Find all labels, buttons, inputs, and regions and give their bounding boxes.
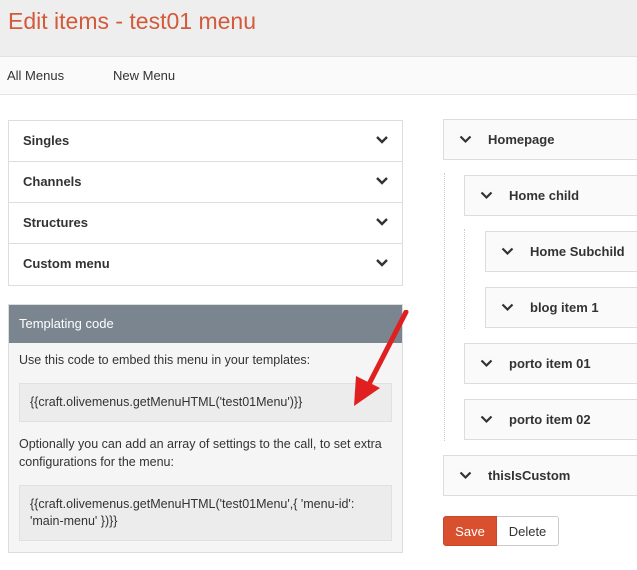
tree-item-label: Home child [509, 188, 580, 203]
tree-item-home-subchild[interactable]: Home Subchild [485, 231, 637, 272]
chevron-down-icon[interactable] [480, 359, 493, 368]
chevron-down-icon [376, 218, 388, 226]
tree-item-blog-item-1[interactable]: blog item 1 [485, 287, 637, 328]
templating-code-title: Templating code [9, 305, 402, 343]
accordion-channels[interactable]: Channels [9, 162, 402, 203]
tree-guide-line [464, 229, 465, 329]
chevron-down-icon[interactable] [459, 471, 472, 480]
templating-intro-text: Use this code to embed this menu in your… [19, 353, 311, 367]
templating-optional-text: Optionally you can add an array of setti… [19, 437, 382, 469]
chevron-down-icon [376, 259, 388, 267]
accordion-label: Custom menu [23, 256, 110, 271]
tree-item-porto-item-01[interactable]: porto item 01 [464, 343, 637, 384]
tree-guide-line [444, 173, 445, 441]
delete-button[interactable]: Delete [497, 516, 559, 546]
save-button[interactable]: Save [443, 516, 497, 546]
tree-item-label: thisIsCustom [488, 468, 571, 483]
chevron-down-icon[interactable] [480, 191, 493, 200]
tree-item-label: blog item 1 [530, 300, 599, 315]
tree-item-porto-item-02[interactable]: porto item 02 [464, 399, 637, 440]
chevron-down-icon [376, 177, 388, 185]
new-menu-link[interactable]: New Menu [113, 68, 175, 83]
chevron-down-icon[interactable] [480, 415, 493, 424]
chevron-down-icon [376, 136, 388, 144]
chevron-down-icon[interactable] [459, 135, 472, 144]
tree-item-label: porto item 02 [509, 412, 591, 427]
tree-item-label: Homepage [488, 132, 555, 147]
tree-item-homepage[interactable]: Homepage [443, 119, 637, 160]
red-arrow-annotation [354, 310, 409, 406]
accordion-structures[interactable]: Structures [9, 203, 402, 244]
tree-item-label: porto item 01 [509, 356, 591, 371]
chevron-down-icon[interactable] [501, 247, 514, 256]
templating-code-panel: Templating code Use this code to embed t… [8, 304, 403, 553]
tree-item-label: Home Subchild [530, 244, 625, 259]
chevron-down-icon[interactable] [501, 303, 514, 312]
accordion-label: Channels [23, 174, 82, 189]
accordion-label: Structures [23, 215, 89, 230]
code-snippet-basic[interactable]: {{craft.olivemenus.getMenuHTML('test01Me… [19, 383, 392, 422]
sources-accordion: Singles Channels Structures Custom menu [8, 120, 403, 286]
page-header: Edit items - test01 menu [0, 0, 637, 57]
page-title: Edit items - test01 menu [8, 8, 256, 34]
tree-item-thisiscustom[interactable]: thisIsCustom [443, 455, 637, 496]
tree-item-home-child[interactable]: Home child [464, 175, 637, 216]
sub-navigation: All Menus New Menu [0, 57, 637, 95]
accordion-label: Singles [23, 133, 70, 148]
accordion-singles[interactable]: Singles [9, 121, 402, 162]
accordion-custom-menu[interactable]: Custom menu [9, 244, 402, 285]
code-snippet-settings[interactable]: {{craft.olivemenus.getMenuHTML('test01Me… [19, 485, 392, 541]
all-menus-link[interactable]: All Menus [7, 68, 64, 83]
